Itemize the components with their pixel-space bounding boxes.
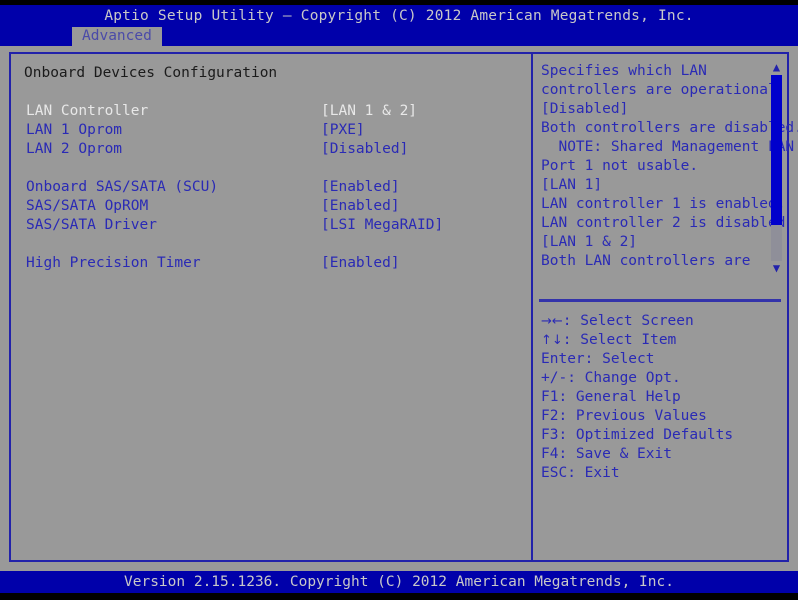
title-bar: Aptio Setup Utility – Copyright (C) 2012… xyxy=(0,5,798,27)
key-legend-item: F2: Previous Values xyxy=(541,407,781,426)
footer-version-bar: Version 2.15.1236. Copyright (C) 2012 Am… xyxy=(0,571,798,593)
settings-row[interactable]: SAS/SATA Driver [LSI MegaRAID] xyxy=(11,216,529,235)
scroll-up-arrow-icon[interactable]: ▲ xyxy=(770,62,783,73)
key-legend-text: F1: General Help xyxy=(541,389,681,405)
scroll-down-arrow-icon[interactable]: ▼ xyxy=(770,263,783,274)
settings-row-label: SAS/SATA Driver xyxy=(26,216,157,235)
settings-row[interactable]: LAN 1 Oprom [PXE] xyxy=(11,121,529,140)
key-legend-text: F3: Optimized Defaults xyxy=(541,427,733,443)
help-text-line: LAN controller 2 is disabled xyxy=(541,214,759,233)
settings-row-label: LAN Controller xyxy=(26,102,148,121)
help-text-line: Port 1 not usable. xyxy=(541,157,759,176)
arrow-keys-icon: ↑↓ xyxy=(541,333,563,348)
key-legend-item: F4: Save & Exit xyxy=(541,445,781,464)
settings-panel: Onboard Devices Configuration LAN Contro… xyxy=(11,54,529,560)
scrollbar-track[interactable] xyxy=(771,75,782,261)
help-text-line: [LAN 1 & 2] xyxy=(541,233,759,252)
key-legend-text: : Select Item xyxy=(563,332,677,348)
settings-row-label: Onboard SAS/SATA (SCU) xyxy=(26,178,218,197)
settings-row-value[interactable]: [Enabled] xyxy=(321,254,400,273)
settings-row-value[interactable]: [Enabled] xyxy=(321,178,400,197)
key-legend-text: : Select Screen xyxy=(563,313,694,329)
settings-row-label: LAN 1 Oprom xyxy=(26,121,122,140)
help-panel: Specifies which LANcontrollers are opera… xyxy=(533,54,787,560)
key-legend-list: →←: Select Screen↑↓: Select ItemEnter: S… xyxy=(541,312,781,483)
key-legend-item: ESC: Exit xyxy=(541,464,781,483)
bios-setup-screen: Aptio Setup Utility – Copyright (C) 2012… xyxy=(0,0,798,600)
help-text-line: [LAN 1] xyxy=(541,176,759,195)
help-text-line: Both LAN controllers are xyxy=(541,252,759,271)
key-legend-item: Enter: Select xyxy=(541,350,781,369)
settings-row[interactable]: High Precision Timer [Enabled] xyxy=(11,254,529,273)
help-text-line: Both controllers are disabled. xyxy=(541,119,759,138)
menu-tab-bar: Advanced xyxy=(0,27,798,46)
settings-row-value[interactable]: [Disabled] xyxy=(321,140,408,159)
key-legend-text: ESC: Exit xyxy=(541,465,620,481)
help-text-line: controllers are operational xyxy=(541,81,759,100)
key-legend-text: F2: Previous Values xyxy=(541,408,707,424)
key-legend-item: F1: General Help xyxy=(541,388,781,407)
help-text-block: Specifies which LANcontrollers are opera… xyxy=(541,62,759,271)
key-legend-item: F3: Optimized Defaults xyxy=(541,426,781,445)
help-separator xyxy=(539,299,781,302)
key-legend-item: →←: Select Screen xyxy=(541,312,781,331)
help-text-line: Specifies which LAN xyxy=(541,62,759,81)
scrollbar-thumb[interactable] xyxy=(771,75,782,225)
settings-row-value[interactable]: [Enabled] xyxy=(321,197,400,216)
key-legend-text: +/-: Change Opt. xyxy=(541,370,681,386)
help-text-line: [Disabled] xyxy=(541,100,759,119)
settings-row[interactable]: Onboard SAS/SATA (SCU) [Enabled] xyxy=(11,178,529,197)
help-scrollbar[interactable]: ▲ ▼ xyxy=(770,62,783,274)
bottom-black-strip xyxy=(0,593,798,600)
settings-row-value[interactable]: [PXE] xyxy=(321,121,365,140)
key-legend-text: Enter: Select xyxy=(541,351,655,367)
settings-row-spacer xyxy=(11,235,529,254)
settings-row-label: LAN 2 Oprom xyxy=(26,140,122,159)
settings-row[interactable]: LAN Controller [LAN 1 & 2] xyxy=(11,102,529,121)
settings-row-label: SAS/SATA OpROM xyxy=(26,197,148,216)
settings-row[interactable]: SAS/SATA OpROM [Enabled] xyxy=(11,197,529,216)
settings-row-spacer xyxy=(11,159,529,178)
settings-row-label: High Precision Timer xyxy=(26,254,201,273)
key-legend-item: +/-: Change Opt. xyxy=(541,369,781,388)
key-legend-text: F4: Save & Exit xyxy=(541,446,672,462)
help-text-line: LAN controller 1 is enabled, xyxy=(541,195,759,214)
main-frame: Onboard Devices Configuration LAN Contro… xyxy=(9,52,789,562)
help-text-line: NOTE: Shared Management LAN xyxy=(541,138,759,157)
section-title: Onboard Devices Configuration xyxy=(24,65,277,81)
settings-row[interactable]: LAN 2 Oprom [Disabled] xyxy=(11,140,529,159)
tab-advanced[interactable]: Advanced xyxy=(72,27,162,46)
settings-row-list: LAN Controller [LAN 1 & 2] LAN 1 Oprom [PXE… xyxy=(11,102,529,273)
settings-row-value[interactable]: [LSI MegaRAID] xyxy=(321,216,443,235)
arrow-keys-icon: →← xyxy=(541,314,563,329)
settings-row-value[interactable]: [LAN 1 & 2] xyxy=(321,102,417,121)
key-legend-item: ↑↓: Select Item xyxy=(541,331,781,350)
